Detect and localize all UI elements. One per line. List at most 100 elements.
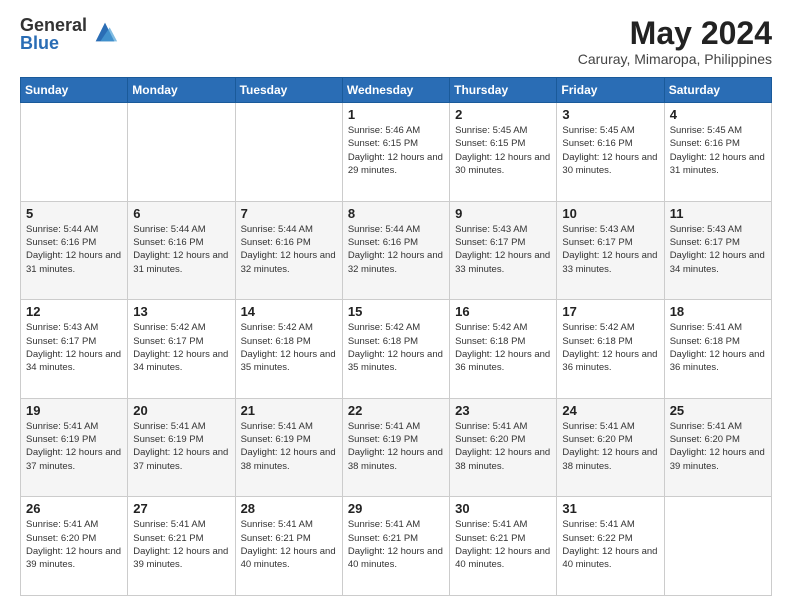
day-number: 31 bbox=[562, 501, 658, 516]
day-cell: 10 Sunrise: 5:43 AM Sunset: 6:17 PM Dayli… bbox=[557, 201, 664, 300]
day-cell: 17Sunrise: 5:42 AM Sunset: 6:18 PM Dayli… bbox=[557, 300, 664, 399]
day-header-saturday: Saturday bbox=[664, 78, 771, 103]
day-number: 15 bbox=[348, 304, 444, 319]
logo-blue: Blue bbox=[20, 34, 87, 52]
day-number: 7 bbox=[241, 206, 337, 221]
day-cell: 21 Sunrise: 5:41 AM Sunset: 6:19 PM Dayli… bbox=[235, 398, 342, 497]
day-cell: 13Sunrise: 5:42 AM Sunset: 6:17 PM Dayli… bbox=[128, 300, 235, 399]
logo: General Blue bbox=[20, 16, 119, 52]
day-number: 6 bbox=[133, 206, 229, 221]
day-cell: 9 Sunrise: 5:43 AM Sunset: 6:17 PM Daylig… bbox=[450, 201, 557, 300]
day-header-wednesday: Wednesday bbox=[342, 78, 449, 103]
day-info: Sunrise: 5:41 AM Sunset: 6:19 PM Dayligh… bbox=[133, 420, 229, 473]
day-info: Sunrise: 5:41 AM Sunset: 6:19 PM Dayligh… bbox=[241, 420, 337, 473]
logo-general: General bbox=[20, 16, 87, 34]
title-block: May 2024 Caruray, Mimaropa, Philippines bbox=[578, 16, 772, 67]
day-info: Sunrise: 5:45 AM Sunset: 6:16 PM Dayligh… bbox=[670, 124, 766, 177]
day-info: Sunrise: 5:43 AM Sunset: 6:17 PM Dayligh… bbox=[670, 223, 766, 276]
day-number: 16 bbox=[455, 304, 551, 319]
header-row: SundayMondayTuesdayWednesdayThursdayFrid… bbox=[21, 78, 772, 103]
day-header-friday: Friday bbox=[557, 78, 664, 103]
day-number: 21 bbox=[241, 403, 337, 418]
logo-icon bbox=[91, 18, 119, 46]
day-cell: 6 Sunrise: 5:44 AM Sunset: 6:16 PM Daylig… bbox=[128, 201, 235, 300]
day-info: Sunrise: 5:42 AM Sunset: 6:18 PM Dayligh… bbox=[455, 321, 551, 374]
day-cell: 5 Sunrise: 5:44 AM Sunset: 6:16 PM Daylig… bbox=[21, 201, 128, 300]
day-cell: 25Sunrise: 5:41 AM Sunset: 6:20 PM Dayli… bbox=[664, 398, 771, 497]
day-number: 3 bbox=[562, 107, 658, 122]
day-header-monday: Monday bbox=[128, 78, 235, 103]
day-info: Sunrise: 5:41 AM Sunset: 6:18 PM Dayligh… bbox=[670, 321, 766, 374]
day-header-tuesday: Tuesday bbox=[235, 78, 342, 103]
day-cell: 22Sunrise: 5:41 AM Sunset: 6:19 PM Dayli… bbox=[342, 398, 449, 497]
day-info: Sunrise: 5:42 AM Sunset: 6:18 PM Dayligh… bbox=[241, 321, 337, 374]
day-cell: 29Sunrise: 5:41 AM Sunset: 6:21 PM Dayli… bbox=[342, 497, 449, 596]
day-number: 27 bbox=[133, 501, 229, 516]
day-info: Sunrise: 5:43 AM Sunset: 6:17 PM Dayligh… bbox=[455, 223, 551, 276]
day-number: 5 bbox=[26, 206, 122, 221]
day-number: 8 bbox=[348, 206, 444, 221]
day-number: 13 bbox=[133, 304, 229, 319]
day-cell: 8 Sunrise: 5:44 AM Sunset: 6:16 PM Daylig… bbox=[342, 201, 449, 300]
day-number: 2 bbox=[455, 107, 551, 122]
day-info: Sunrise: 5:45 AM Sunset: 6:15 PM Dayligh… bbox=[455, 124, 551, 177]
week-row-0: 1Sunrise: 5:46 AM Sunset: 6:15 PM Daylig… bbox=[21, 103, 772, 202]
week-row-1: 5 Sunrise: 5:44 AM Sunset: 6:16 PM Daylig… bbox=[21, 201, 772, 300]
day-info: Sunrise: 5:43 AM Sunset: 6:17 PM Dayligh… bbox=[26, 321, 122, 374]
day-info: Sunrise: 5:41 AM Sunset: 6:21 PM Dayligh… bbox=[455, 518, 551, 571]
day-number: 23 bbox=[455, 403, 551, 418]
day-number: 29 bbox=[348, 501, 444, 516]
day-cell: 27 Sunrise: 5:41 AM Sunset: 6:21 PM Dayli… bbox=[128, 497, 235, 596]
day-info: Sunrise: 5:44 AM Sunset: 6:16 PM Dayligh… bbox=[26, 223, 122, 276]
day-number: 10 bbox=[562, 206, 658, 221]
day-number: 14 bbox=[241, 304, 337, 319]
day-cell: 1Sunrise: 5:46 AM Sunset: 6:15 PM Daylig… bbox=[342, 103, 449, 202]
logo-text: General Blue bbox=[20, 16, 87, 52]
day-info: Sunrise: 5:43 AM Sunset: 6:17 PM Dayligh… bbox=[562, 223, 658, 276]
day-header-thursday: Thursday bbox=[450, 78, 557, 103]
day-info: Sunrise: 5:41 AM Sunset: 6:19 PM Dayligh… bbox=[26, 420, 122, 473]
week-row-4: 26Sunrise: 5:41 AM Sunset: 6:20 PM Dayli… bbox=[21, 497, 772, 596]
day-cell: 12 Sunrise: 5:43 AM Sunset: 6:17 PM Dayli… bbox=[21, 300, 128, 399]
day-cell: 15 Sunrise: 5:42 AM Sunset: 6:18 PM Dayli… bbox=[342, 300, 449, 399]
day-info: Sunrise: 5:45 AM Sunset: 6:16 PM Dayligh… bbox=[562, 124, 658, 177]
day-info: Sunrise: 5:41 AM Sunset: 6:21 PM Dayligh… bbox=[241, 518, 337, 571]
day-cell bbox=[21, 103, 128, 202]
day-info: Sunrise: 5:41 AM Sunset: 6:21 PM Dayligh… bbox=[133, 518, 229, 571]
day-number: 9 bbox=[455, 206, 551, 221]
day-number: 19 bbox=[26, 403, 122, 418]
day-cell: 4 Sunrise: 5:45 AM Sunset: 6:16 PM Daylig… bbox=[664, 103, 771, 202]
day-cell: 11 Sunrise: 5:43 AM Sunset: 6:17 PM Dayli… bbox=[664, 201, 771, 300]
day-number: 11 bbox=[670, 206, 766, 221]
day-number: 1 bbox=[348, 107, 444, 122]
day-info: Sunrise: 5:42 AM Sunset: 6:18 PM Dayligh… bbox=[348, 321, 444, 374]
day-cell: 24Sunrise: 5:41 AM Sunset: 6:20 PM Dayli… bbox=[557, 398, 664, 497]
page: General Blue May 2024 Caruray, Mimaropa,… bbox=[0, 0, 792, 612]
day-info: Sunrise: 5:44 AM Sunset: 6:16 PM Dayligh… bbox=[133, 223, 229, 276]
day-cell: 3 Sunrise: 5:45 AM Sunset: 6:16 PM Daylig… bbox=[557, 103, 664, 202]
day-info: Sunrise: 5:41 AM Sunset: 6:20 PM Dayligh… bbox=[455, 420, 551, 473]
week-row-3: 19 Sunrise: 5:41 AM Sunset: 6:19 PM Dayli… bbox=[21, 398, 772, 497]
calendar-title: May 2024 bbox=[578, 16, 772, 51]
day-info: Sunrise: 5:41 AM Sunset: 6:22 PM Dayligh… bbox=[562, 518, 658, 571]
day-number: 4 bbox=[670, 107, 766, 122]
day-cell: 26Sunrise: 5:41 AM Sunset: 6:20 PM Dayli… bbox=[21, 497, 128, 596]
calendar-subtitle: Caruray, Mimaropa, Philippines bbox=[578, 51, 772, 67]
day-info: Sunrise: 5:44 AM Sunset: 6:16 PM Dayligh… bbox=[348, 223, 444, 276]
day-cell: 16 Sunrise: 5:42 AM Sunset: 6:18 PM Dayli… bbox=[450, 300, 557, 399]
day-info: Sunrise: 5:41 AM Sunset: 6:19 PM Dayligh… bbox=[348, 420, 444, 473]
calendar-table: SundayMondayTuesdayWednesdayThursdayFrid… bbox=[20, 77, 772, 596]
day-number: 20 bbox=[133, 403, 229, 418]
week-row-2: 12 Sunrise: 5:43 AM Sunset: 6:17 PM Dayli… bbox=[21, 300, 772, 399]
day-cell: 23 Sunrise: 5:41 AM Sunset: 6:20 PM Dayli… bbox=[450, 398, 557, 497]
day-cell: 18Sunrise: 5:41 AM Sunset: 6:18 PM Dayli… bbox=[664, 300, 771, 399]
day-number: 24 bbox=[562, 403, 658, 418]
day-info: Sunrise: 5:41 AM Sunset: 6:20 PM Dayligh… bbox=[26, 518, 122, 571]
day-cell: 28Sunrise: 5:41 AM Sunset: 6:21 PM Dayli… bbox=[235, 497, 342, 596]
day-info: Sunrise: 5:41 AM Sunset: 6:20 PM Dayligh… bbox=[670, 420, 766, 473]
day-info: Sunrise: 5:44 AM Sunset: 6:16 PM Dayligh… bbox=[241, 223, 337, 276]
day-cell: 20 Sunrise: 5:41 AM Sunset: 6:19 PM Dayli… bbox=[128, 398, 235, 497]
day-number: 12 bbox=[26, 304, 122, 319]
day-header-sunday: Sunday bbox=[21, 78, 128, 103]
day-info: Sunrise: 5:42 AM Sunset: 6:18 PM Dayligh… bbox=[562, 321, 658, 374]
